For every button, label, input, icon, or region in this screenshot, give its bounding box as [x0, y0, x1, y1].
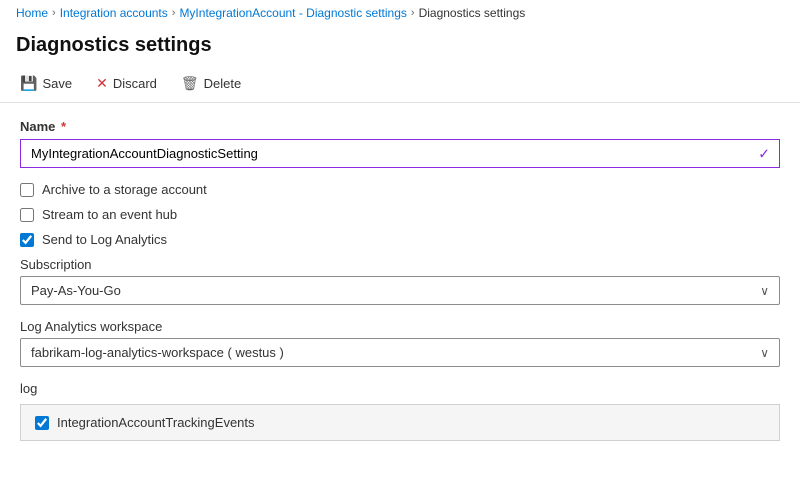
stream-label[interactable]: Stream to an event hub [42, 207, 177, 222]
subscription-dropdown[interactable]: Pay-As-You-Go ∨ [20, 276, 780, 305]
breadcrumb-sep-2: › [172, 7, 176, 19]
log-item-label[interactable]: IntegrationAccountTrackingEvents [57, 415, 255, 430]
log-section-label: log [20, 381, 780, 396]
log-analytics-workspace-label: Log Analytics workspace [20, 319, 780, 334]
log-table-row: IntegrationAccountTrackingEvents [20, 404, 780, 441]
log-item-checkbox[interactable] [35, 416, 49, 430]
delete-icon: 🗑 [181, 75, 199, 92]
stream-checkbox-row: Stream to an event hub [20, 207, 780, 222]
archive-checkbox-row: Archive to a storage account [20, 182, 780, 197]
subscription-value: Pay-As-You-Go [31, 283, 121, 298]
delete-label: Delete [204, 76, 242, 91]
log-analytics-workspace-field: Log Analytics workspace fabrikam-log-ana… [20, 319, 780, 367]
archive-checkbox[interactable] [20, 183, 34, 197]
name-label: Name * [20, 119, 780, 134]
log-analytics-workspace-value: fabrikam-log-analytics-workspace ( westu… [31, 345, 284, 360]
log-analytics-workspace-dropdown[interactable]: fabrikam-log-analytics-workspace ( westu… [20, 338, 780, 367]
stream-checkbox[interactable] [20, 208, 34, 222]
breadcrumb-sep-1: › [52, 7, 56, 19]
breadcrumb-integration-accounts[interactable]: Integration accounts [60, 6, 168, 20]
toolbar: 💾 Save ✕ Discard 🗑 Delete [0, 67, 800, 103]
breadcrumb-sep-3: › [411, 7, 415, 19]
required-marker: * [57, 119, 66, 134]
delete-button[interactable]: 🗑 Delete [177, 73, 245, 94]
breadcrumb: Home › Integration accounts › MyIntegrat… [0, 0, 800, 26]
log-analytics-checkbox-row: Send to Log Analytics [20, 232, 780, 247]
log-analytics-workspace-arrow-icon: ∨ [760, 346, 769, 360]
name-input[interactable] [20, 139, 780, 168]
save-button[interactable]: 💾 Save [16, 73, 76, 94]
name-input-wrapper: ✓ [20, 139, 780, 168]
name-check-icon: ✓ [758, 145, 770, 162]
breadcrumb-home[interactable]: Home [16, 6, 48, 20]
save-label: Save [42, 76, 72, 91]
subscription-field: Subscription Pay-As-You-Go ∨ [20, 257, 780, 305]
discard-button[interactable]: ✕ Discard [92, 73, 161, 94]
subscription-arrow-icon: ∨ [760, 284, 769, 298]
breadcrumb-my-integration-account[interactable]: MyIntegrationAccount - Diagnostic settin… [179, 6, 406, 20]
log-analytics-label[interactable]: Send to Log Analytics [42, 232, 167, 247]
subscription-label: Subscription [20, 257, 780, 272]
archive-label[interactable]: Archive to a storage account [42, 182, 207, 197]
save-icon: 💾 [20, 75, 37, 92]
name-field-group: Name * ✓ [20, 119, 780, 168]
breadcrumb-diagnostic-settings: Diagnostics settings [419, 6, 526, 20]
discard-icon: ✕ [96, 75, 108, 92]
page-title: Diagnostics settings [0, 26, 800, 67]
log-analytics-checkbox[interactable] [20, 233, 34, 247]
log-section: log IntegrationAccountTrackingEvents [20, 381, 780, 441]
discard-label: Discard [113, 76, 157, 91]
content-area: Name * ✓ Archive to a storage account St… [0, 103, 800, 457]
